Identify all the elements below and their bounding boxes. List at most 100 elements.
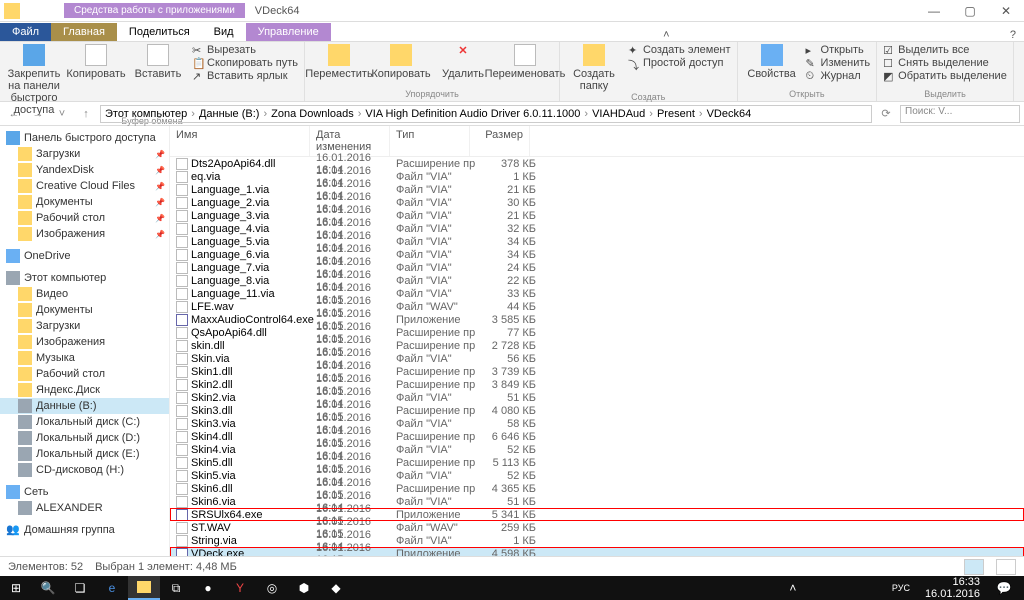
nav-quick-item[interactable]: Изображения📌: [0, 226, 169, 242]
forward-button[interactable]: →: [28, 104, 48, 124]
paste-shortcut-button[interactable]: ↗Вставить ярлык: [192, 70, 298, 82]
history-dropdown-button[interactable]: ˅: [52, 104, 72, 124]
file-row[interactable]: Skin1.dll16.01.2016 16:15Расширение при.…: [170, 365, 1024, 378]
task-view-button[interactable]: ❏: [64, 576, 96, 600]
nav-pc-item[interactable]: Загрузки: [0, 318, 169, 334]
start-button[interactable]: ⊞: [0, 576, 32, 600]
taskbar-store[interactable]: ⧉: [160, 576, 192, 600]
refresh-button[interactable]: ⟳: [876, 104, 896, 124]
breadcrumb-segment[interactable]: VIA High Definition Audio Driver 6.0.11.…: [365, 108, 580, 120]
nav-onedrive[interactable]: OneDrive: [0, 248, 169, 264]
taskbar-app3[interactable]: ⬢: [288, 576, 320, 600]
tray-network-icon[interactable]: [867, 581, 881, 595]
tab-share[interactable]: Поделиться: [117, 23, 202, 41]
nav-network[interactable]: Сеть: [0, 484, 169, 500]
breadcrumb-segment[interactable]: Этот компьютер: [105, 108, 187, 120]
taskbar-clock[interactable]: 16:33 16.01.2016: [921, 576, 984, 600]
col-type[interactable]: Тип: [390, 126, 470, 156]
file-row[interactable]: Dts2ApoApi64.dll16.01.2016 16:14Расширен…: [170, 157, 1024, 170]
file-row[interactable]: LFE.wav16.01.2016 16:15Файл "WAV"44 КБ: [170, 300, 1024, 313]
file-row[interactable]: Skin4.via16.01.2016 16:14Файл "VIA"52 КБ: [170, 443, 1024, 456]
file-row[interactable]: Language_5.via16.01.2016 16:14Файл "VIA"…: [170, 235, 1024, 248]
file-row[interactable]: QsApoApi64.dll16.01.2016 16:15Расширение…: [170, 326, 1024, 339]
file-row[interactable]: Language_1.via16.01.2016 16:14Файл "VIA"…: [170, 183, 1024, 196]
navigation-pane[interactable]: Панель быстрого доступа Загрузки📌YandexD…: [0, 126, 170, 556]
new-item-button[interactable]: ✦Создать элемент: [628, 44, 731, 56]
rename-button[interactable]: Переименовать: [497, 44, 553, 80]
file-row[interactable]: Skin3.via16.01.2016 16:14Файл "VIA"58 КБ: [170, 417, 1024, 430]
nav-pc-item[interactable]: Музыка: [0, 350, 169, 366]
col-name[interactable]: Имя: [170, 126, 310, 156]
maximize-button[interactable]: ▢: [952, 0, 988, 22]
nav-pc-item[interactable]: Документы: [0, 302, 169, 318]
taskbar-explorer[interactable]: [128, 576, 160, 600]
cut-button[interactable]: ✂Вырезать: [192, 44, 298, 56]
breadcrumb[interactable]: Этот компьютер›Данные (B:)›Zona Download…: [100, 105, 872, 123]
file-row[interactable]: eq.via16.01.2016 16:14Файл "VIA"1 КБ: [170, 170, 1024, 183]
file-row[interactable]: Language_2.via16.01.2016 16:14Файл "VIA"…: [170, 196, 1024, 209]
file-row[interactable]: VDeck.exe16.01.2016 16:15Приложение4 598…: [170, 547, 1024, 556]
properties-button[interactable]: Свойства: [744, 44, 800, 82]
new-folder-button[interactable]: Создать папку: [566, 44, 622, 92]
nav-pc-item[interactable]: Яндекс.Диск: [0, 382, 169, 398]
nav-pc-item[interactable]: Рабочий стол: [0, 366, 169, 382]
nav-pc-item[interactable]: Локальный диск (C:): [0, 414, 169, 430]
file-row[interactable]: Language_3.via16.01.2016 16:14Файл "VIA"…: [170, 209, 1024, 222]
easy-access-button[interactable]: ⤵Простой доступ: [628, 57, 731, 69]
minimize-button[interactable]: —: [916, 0, 952, 22]
nav-pc-item[interactable]: Изображения: [0, 334, 169, 350]
history-button[interactable]: ⏲Журнал: [806, 70, 871, 82]
icons-view-button[interactable]: [996, 559, 1016, 575]
file-row[interactable]: SRSUlx64.exe16.01.2016 16:15Приложение5 …: [170, 508, 1024, 521]
file-row[interactable]: Skin6.via16.01.2016 16:14Файл "VIA"51 КБ: [170, 495, 1024, 508]
select-all-button[interactable]: ☑Выделить все: [883, 44, 1007, 56]
copy-path-button[interactable]: 📋Скопировать путь: [192, 57, 298, 69]
nav-quick-item[interactable]: Creative Cloud Files📌: [0, 178, 169, 194]
file-row[interactable]: MaxxAudioControl64.exe16.01.2016 16:15Пр…: [170, 313, 1024, 326]
tab-home[interactable]: Главная: [51, 23, 117, 41]
invert-selection-button[interactable]: ◩Обратить выделение: [883, 70, 1007, 82]
nav-pc-item[interactable]: Видео: [0, 286, 169, 302]
nav-homegroup[interactable]: 👥Домашняя группа: [0, 522, 169, 538]
file-row[interactable]: Skin2.via16.01.2016 16:14Файл "VIA"51 КБ: [170, 391, 1024, 404]
file-row[interactable]: String.via16.01.2016 16:14Файл "VIA"1 КБ: [170, 534, 1024, 547]
file-row[interactable]: Language_6.via16.01.2016 16:14Файл "VIA"…: [170, 248, 1024, 261]
file-row[interactable]: Skin5.via16.01.2016 16:14Файл "VIA"52 КБ: [170, 469, 1024, 482]
nav-pc-item[interactable]: Данные (B:): [0, 398, 169, 414]
help-button[interactable]: ?: [1002, 29, 1024, 41]
file-row[interactable]: Skin2.dll16.01.2016 16:15Расширение при.…: [170, 378, 1024, 391]
nav-quick-item[interactable]: Рабочий стол📌: [0, 210, 169, 226]
file-row[interactable]: Skin.via16.01.2016 16:14Файл "VIA"56 КБ: [170, 352, 1024, 365]
file-row[interactable]: Language_4.via16.01.2016 16:14Файл "VIA"…: [170, 222, 1024, 235]
breadcrumb-segment[interactable]: VIAHDAud: [592, 108, 645, 120]
select-none-button[interactable]: ☐Снять выделение: [883, 57, 1007, 69]
nav-quick-item[interactable]: Загрузки📌: [0, 146, 169, 162]
search-input[interactable]: Поиск: V...: [900, 105, 1020, 123]
move-button[interactable]: Переместить: [311, 44, 367, 80]
nav-pc-item[interactable]: CD-дисковод (H:): [0, 462, 169, 478]
file-row[interactable]: Skin5.dll16.01.2016 16:15Расширение при.…: [170, 456, 1024, 469]
taskbar-app1[interactable]: ●: [192, 576, 224, 600]
taskbar-edge[interactable]: e: [96, 576, 128, 600]
tab-manage[interactable]: Управление: [246, 23, 331, 41]
nav-pc-item[interactable]: Локальный диск (D:): [0, 430, 169, 446]
nav-quick-item[interactable]: Документы📌: [0, 194, 169, 210]
qa-new-folder-icon[interactable]: [40, 4, 54, 18]
qa-properties-icon[interactable]: [24, 4, 38, 18]
tab-view[interactable]: Вид: [202, 23, 246, 41]
details-view-button[interactable]: [964, 559, 984, 575]
delete-button[interactable]: ✕Удалить: [435, 44, 491, 80]
file-row[interactable]: Language_11.via16.01.2016 16:15Файл "VIA…: [170, 287, 1024, 300]
nav-this-pc[interactable]: Этот компьютер: [0, 270, 169, 286]
nav-network-item[interactable]: ALEXANDER: [0, 500, 169, 516]
file-row[interactable]: ST.WAV16.01.2016 16:15Файл "WAV"259 КБ: [170, 521, 1024, 534]
tray-onedrive-icon[interactable]: [831, 581, 845, 595]
taskbar-app2[interactable]: ◎: [256, 576, 288, 600]
back-button[interactable]: ←: [4, 104, 24, 124]
tray-volume-icon[interactable]: [849, 581, 863, 595]
breadcrumb-segment[interactable]: Zona Downloads: [271, 108, 354, 120]
taskbar-app4[interactable]: ◆: [320, 576, 352, 600]
up-button[interactable]: ↑: [76, 104, 96, 124]
edit-button[interactable]: ✎Изменить: [806, 57, 871, 69]
file-row[interactable]: Skin4.dll16.01.2016 16:15Расширение при.…: [170, 430, 1024, 443]
